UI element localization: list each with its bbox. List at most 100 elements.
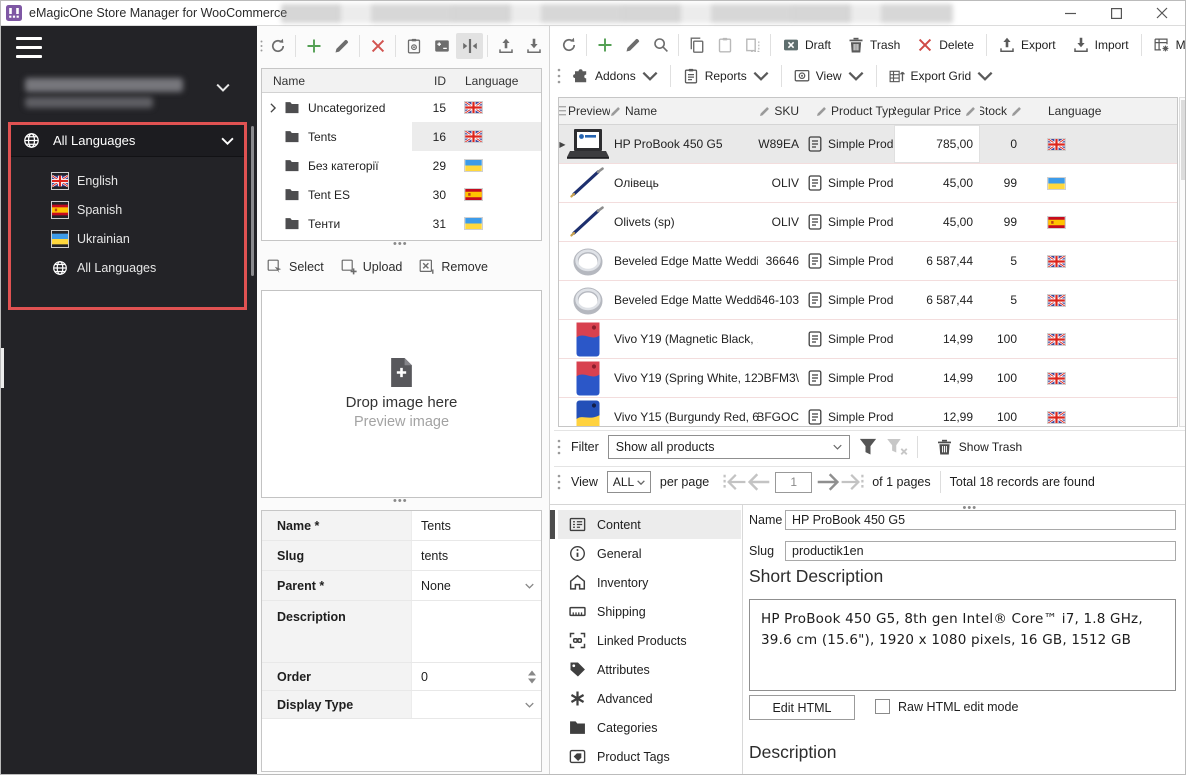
product-name-input[interactable] xyxy=(785,510,1176,530)
sidebar-item-english[interactable]: English xyxy=(11,166,244,195)
column-header-name[interactable]: Name xyxy=(610,104,758,118)
paste-product-button[interactable] xyxy=(711,32,738,58)
copy-product-button[interactable] xyxy=(683,32,710,58)
product-row[interactable]: Vivo Y19 (Magnetic Black, 128 GB Simple P… xyxy=(559,320,1177,359)
page-number-input[interactable] xyxy=(775,471,813,493)
product-row[interactable]: Beveled Edge Matte Wedding Ri 36646 Simple… xyxy=(559,242,1177,281)
delete-category-button[interactable] xyxy=(364,33,391,59)
add-product-button[interactable] xyxy=(591,32,618,58)
refresh-categories-button[interactable] xyxy=(264,33,291,59)
upload-categories-button[interactable] xyxy=(492,33,519,59)
column-header-product-type[interactable]: Product Type xyxy=(806,104,894,118)
category-order-value[interactable]: 0 xyxy=(412,663,541,690)
clear-filter-icon[interactable] xyxy=(886,437,908,457)
column-header-regular-price[interactable]: Regular Price xyxy=(894,104,980,118)
product-row[interactable]: Vivo Y15 (Burgundy Red, 64 GB)MOBFGOC Sim… xyxy=(559,398,1177,426)
product-slug-input[interactable] xyxy=(785,541,1176,561)
column-header-preview[interactable]: Preview xyxy=(566,104,610,118)
last-page-button[interactable] xyxy=(840,471,864,493)
reports-button[interactable]: Reports xyxy=(675,63,777,89)
category-row[interactable]: Uncategorized 15 xyxy=(262,93,541,122)
horizontal-splitter[interactable]: ••• xyxy=(393,239,408,250)
select-image-icon xyxy=(267,259,283,275)
language-menu-header[interactable]: All Languages xyxy=(11,125,244,157)
draft-button[interactable]: Draft xyxy=(775,32,839,58)
tab-categories[interactable]: Categories xyxy=(558,713,741,742)
mass-changer-button[interactable]: Mass Changer xyxy=(1146,32,1185,58)
remove-image-button[interactable]: Remove xyxy=(419,259,488,275)
tab-product-tags[interactable]: Product Tags xyxy=(558,742,741,771)
product-row[interactable]: Олівець OLIV Simple Product 45,00 99 xyxy=(559,164,1177,203)
apply-filter-icon[interactable] xyxy=(858,437,878,457)
per-page-dropdown[interactable]: ALL xyxy=(606,471,651,493)
image-drop-zone[interactable]: Drop image here Preview image xyxy=(261,290,542,498)
category-row[interactable]: Тенти 31 xyxy=(262,209,541,238)
short-description-editor[interactable]: HP ProBook 450 G5, 8th gen Intel® Core™ … xyxy=(749,599,1176,691)
edit-html-button[interactable]: Edit HTML xyxy=(749,695,855,720)
tab-advanced[interactable]: Advanced xyxy=(558,684,741,713)
product-row[interactable]: Olivets (sp) OLIV Simple Product 45,00 99 xyxy=(559,203,1177,242)
sidebar-scrollbar[interactable] xyxy=(251,126,254,276)
product-row[interactable]: Beveled Edge Matte Wedding Ri36646-103 Si… xyxy=(559,281,1177,320)
split-view-button[interactable] xyxy=(456,33,483,59)
tab-content[interactable]: Content xyxy=(550,510,741,539)
sidebar-item-spanish[interactable]: Spanish xyxy=(11,195,244,224)
tab-attributes[interactable]: Attributes xyxy=(558,655,741,684)
category-row[interactable]: Tents 16 xyxy=(262,122,541,151)
column-header-id[interactable]: ID xyxy=(412,74,450,88)
download-categories-button[interactable] xyxy=(520,33,547,59)
sidebar-item-all-languages[interactable]: All Languages xyxy=(11,253,244,282)
category-name-value[interactable]: Tents xyxy=(412,511,541,540)
show-trash-button[interactable]: Show Trash xyxy=(937,439,1022,455)
spinner-buttons[interactable] xyxy=(528,670,536,683)
category-display-type-value[interactable] xyxy=(412,691,541,718)
select-image-button[interactable]: Select xyxy=(267,259,324,275)
category-row[interactable]: Tent ES 30 xyxy=(262,180,541,209)
category-image-button[interactable] xyxy=(428,33,455,59)
minimize-button[interactable] xyxy=(1047,1,1093,25)
first-page-button[interactable] xyxy=(723,471,747,493)
export-button[interactable]: Export xyxy=(991,32,1064,58)
trash-button[interactable]: Trash xyxy=(840,32,908,58)
edit-category-button[interactable] xyxy=(328,33,355,59)
column-header-language[interactable]: Language xyxy=(1024,104,1177,118)
tab-linked-products[interactable]: Linked Products xyxy=(558,626,741,655)
category-parent-value[interactable]: None xyxy=(412,571,541,600)
preview-category-button[interactable] xyxy=(400,33,427,59)
add-category-button[interactable] xyxy=(300,33,327,59)
previous-page-button[interactable] xyxy=(747,471,771,493)
product-row[interactable]: ▶ HP ProBook 450 G5 4QW89EA Simple Product7… xyxy=(559,125,1177,164)
horizontal-splitter[interactable]: ••• xyxy=(393,496,408,507)
search-products-button[interactable] xyxy=(647,32,674,58)
raw-html-checkbox[interactable] xyxy=(875,699,890,714)
flag-ua-icon xyxy=(1048,177,1065,189)
refresh-products-button[interactable] xyxy=(555,32,582,58)
sidebar-item-ukrainian[interactable]: Ukrainian xyxy=(11,224,244,253)
column-header-name[interactable]: Name xyxy=(262,74,412,88)
filter-dropdown[interactable]: Show all products xyxy=(607,435,850,459)
export-grid-button[interactable]: Export Grid xyxy=(881,63,1002,89)
column-header-stock[interactable]: Stock xyxy=(980,104,1024,118)
import-button[interactable]: Import xyxy=(1065,32,1137,58)
product-row[interactable]: Vivo Y19 (Spring White, 128 GB)MOBFM3\ Si… xyxy=(559,359,1177,398)
hamburger-menu-button[interactable] xyxy=(16,37,42,58)
column-header-language[interactable]: Language xyxy=(450,74,541,88)
category-description-value[interactable] xyxy=(412,601,541,662)
category-row[interactable]: Без категорії 29 xyxy=(262,151,541,180)
close-button[interactable] xyxy=(1139,1,1185,25)
tab-general[interactable]: General xyxy=(558,539,741,568)
maximize-button[interactable] xyxy=(1093,1,1139,25)
tab-shipping[interactable]: Shipping xyxy=(558,597,741,626)
addons-button[interactable]: Addons xyxy=(565,63,666,89)
upload-image-button[interactable]: Upload xyxy=(341,259,402,275)
column-header-sku[interactable]: SKU xyxy=(758,104,806,118)
tab-inventory[interactable]: Inventory xyxy=(558,568,741,597)
edit-product-button[interactable] xyxy=(619,32,646,58)
paste-special-button[interactable] xyxy=(739,32,766,58)
view-menu-button[interactable]: View xyxy=(786,63,872,89)
store-chevron-down-icon[interactable] xyxy=(216,83,230,92)
category-slug-value[interactable]: tents xyxy=(412,541,541,570)
products-grid-scrollbar[interactable] xyxy=(1179,97,1185,427)
delete-product-button[interactable]: Delete xyxy=(909,32,982,58)
next-page-button[interactable] xyxy=(816,471,840,493)
